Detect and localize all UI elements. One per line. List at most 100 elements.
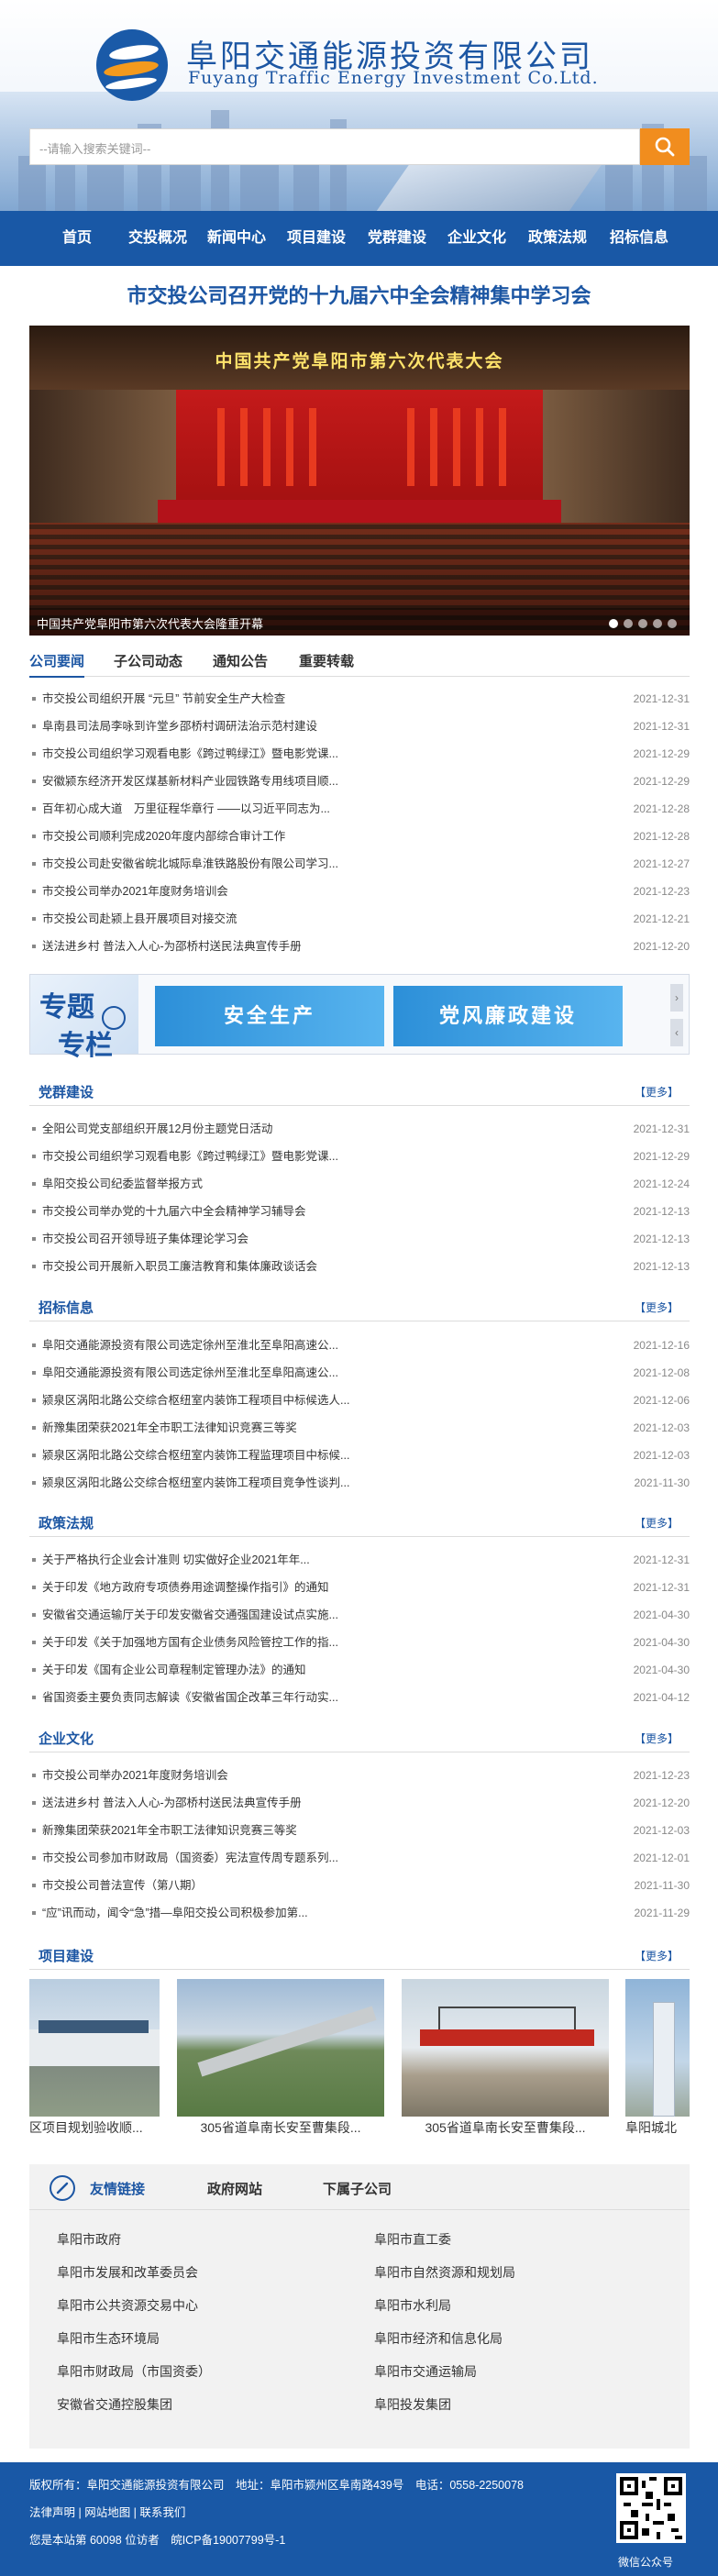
more-link[interactable]: 【更多】 (635, 1515, 679, 1531)
list-item[interactable]: 市交投公司普法宣传（第八期） 2021-11-30 (29, 1872, 690, 1899)
friend-link[interactable]: 阜阳市水利局 (374, 2296, 451, 2315)
nav-culture[interactable]: 企业文化 (438, 211, 515, 266)
list-item[interactable]: 市交投公司举办党的十九届六中全会精神学习辅导会 2021-12-13 (29, 1198, 690, 1225)
tab-notices[interactable]: 通知公告 (213, 651, 268, 670)
friend-link[interactable]: 阜阳市生态环境局 (57, 2329, 160, 2348)
carousel-dot[interactable] (668, 619, 677, 628)
item-title[interactable]: 市交投公司组织学习观看电影《跨过鸭绿江》暨电影党课... (42, 1143, 583, 1170)
list-item[interactable]: 百年初心成大道 万里征程华章行 ——以习近平同志为... 2021-12-28 (29, 795, 690, 823)
list-item[interactable]: 关于印发《国有企业公司章程制定管理办法》的通知 2021-04-30 (29, 1656, 690, 1684)
item-title[interactable]: 市交投公司开展新入职员工廉洁教育和集体廉政谈话会 (42, 1253, 583, 1280)
item-title[interactable]: 新豫集团荣获2021年全市职工法律知识竞赛三等奖 (42, 1414, 583, 1442)
item-title[interactable]: 阜南县司法局李咏到许堂乡邵桥村调研法治示范村建设 (42, 713, 583, 740)
more-link[interactable]: 【更多】 (635, 1730, 679, 1746)
item-title[interactable]: 市交投公司举办2021年度财务培训会 (42, 1762, 583, 1789)
list-item[interactable]: 全阳公司党支部组织开展12月份主题党日活动 2021-12-31 (29, 1115, 690, 1143)
item-title[interactable]: 市交投公司参加市财政局（国资委）宪法宣传周专题系列... (42, 1844, 583, 1872)
nav-policy[interactable]: 政策法规 (519, 211, 596, 266)
tab-friend-links[interactable]: 友情链接 (90, 2179, 145, 2198)
item-title[interactable]: 市交投公司赴颍上县开展项目对接交流 (42, 905, 583, 933)
friend-link[interactable]: 阜阳市直工委 (374, 2230, 451, 2249)
list-item[interactable]: 送法进乡村 普法入人心-为邵桥村送民法典宣传手册 2021-12-20 (29, 933, 690, 960)
tab-gov-sites[interactable]: 政府网站 (207, 2179, 262, 2198)
item-title[interactable]: 送法进乡村 普法入人心-为邵桥村送民法典宣传手册 (42, 933, 583, 960)
carousel-dot[interactable] (638, 619, 647, 628)
list-item[interactable]: 安徽省交通运输厅关于印发安徽省交通强国建设试点实施... 2021-04-30 (29, 1601, 690, 1629)
news-carousel[interactable]: 中国共产党阜阳市第六次代表大会 中国共产党阜阳市第六次代表大会隆重开幕 (29, 326, 690, 636)
item-title[interactable]: 市交投公司组织开展 “元旦” 节前安全生产大检查 (42, 685, 583, 713)
item-title[interactable]: 安徽省交通运输厅关于印发安徽省交通强国建设试点实施... (42, 1601, 583, 1629)
list-item[interactable]: 市交投公司参加市财政局（国资委）宪法宣传周专题系列... 2021-12-01 (29, 1844, 690, 1872)
list-item[interactable]: 颍泉区涡阳北路公交综合枢纽室内装饰工程监理项目中标候... 2021-12-03 (29, 1442, 690, 1469)
nav-news[interactable]: 新闻中心 (198, 211, 275, 266)
friend-link[interactable]: 阜阳市发展和改革委员会 (57, 2263, 198, 2282)
carousel-dot[interactable] (624, 619, 633, 628)
list-item[interactable]: 市交投公司举办2021年度财务培训会 2021-12-23 (29, 1762, 690, 1789)
item-title[interactable]: 市交投公司组织学习观看电影《跨过鸭绿江》暨电影党课... (42, 740, 583, 768)
nav-overview[interactable]: 交投概况 (119, 211, 196, 266)
list-item[interactable]: 市交投公司赴颍上县开展项目对接交流 2021-12-21 (29, 905, 690, 933)
topic-prev-arrow-icon[interactable]: ‹ (670, 1019, 683, 1046)
item-title[interactable]: 市交投公司举办2021年度财务培训会 (42, 878, 583, 905)
list-item[interactable]: 送法进乡村 普法入人心-为邵桥村送民法典宣传手册 2021-12-20 (29, 1789, 690, 1817)
list-item[interactable]: 市交投公司召开领导班子集体理论学习会 2021-12-13 (29, 1225, 690, 1253)
list-item[interactable]: 关于严格执行企业会计准则 切实做好企业2021年年... 2021-12-31 (29, 1546, 690, 1574)
project-card[interactable]: 305省道阜南长安至曹集段... (402, 1979, 609, 2135)
item-title[interactable]: 阜阳交通能源投资有限公司选定徐州至淮北至阜阳高速公... (42, 1359, 583, 1387)
project-card[interactable]: 阜阳城北 (625, 1979, 690, 2135)
friend-link[interactable]: 阜阳市财政局（市国资委） (57, 2362, 211, 2381)
item-title[interactable]: 颍泉区涡阳北路公交综合枢纽室内装饰工程监理项目中标候... (42, 1442, 583, 1469)
item-title[interactable]: 颍泉区涡阳北路公交综合枢纽室内装饰工程项目中标候选人... (42, 1387, 583, 1414)
item-title[interactable]: “应”讯而动，闻令“急”措—阜阳交投公司积极参加第... (42, 1899, 583, 1927)
friend-link[interactable]: 阜阳市政府 (57, 2230, 121, 2249)
item-title[interactable]: 安徽颍东经济开发区煤基新材料产业园铁路专用线项目顺... (42, 768, 583, 795)
search-button[interactable] (640, 128, 690, 165)
carousel-dot[interactable] (609, 619, 618, 628)
friend-link[interactable]: 阜阳市公共资源交易中心 (57, 2296, 198, 2315)
item-title[interactable]: 市交投公司顺利完成2020年度内部综合审计工作 (42, 823, 583, 850)
carousel-dot[interactable] (653, 619, 662, 628)
item-title[interactable]: 关于印发《地方政府专项债券用途调整操作指引》的通知 (42, 1574, 583, 1601)
list-item[interactable]: 市交投公司举办2021年度财务培训会 2021-12-23 (29, 878, 690, 905)
friend-link[interactable]: 阜阳市经济和信息化局 (374, 2329, 503, 2348)
list-item[interactable]: “应”讯而动，闻令“急”措—阜阳交投公司积极参加第... 2021-11-29 (29, 1899, 690, 1927)
list-item[interactable]: 省国资委主要负责同志解读《安徽省国企改革三年行动实... 2021-04-12 (29, 1684, 690, 1711)
project-card[interactable]: 305省道阜南长安至曹集段... (177, 1979, 384, 2135)
friend-link[interactable]: 安徽省交通控股集团 (57, 2395, 172, 2414)
item-title[interactable]: 市交投公司举办党的十九届六中全会精神学习辅导会 (42, 1198, 583, 1225)
list-item[interactable]: 阜阳交投公司纪委监督举报方式 2021-12-24 (29, 1170, 690, 1198)
tab-reprints[interactable]: 重要转载 (299, 651, 354, 670)
item-title[interactable]: 关于严格执行企业会计准则 切实做好企业2021年年... (42, 1546, 583, 1574)
list-item[interactable]: 新豫集团荣获2021年全市职工法律知识竞赛三等奖 2021-12-03 (29, 1817, 690, 1844)
project-card[interactable]: 区项目规划验收顺... (29, 1979, 160, 2135)
item-title[interactable]: 新豫集团荣获2021年全市职工法律知识竞赛三等奖 (42, 1817, 583, 1844)
topic-card-integrity[interactable]: 党风廉政建设 (393, 986, 623, 1046)
item-title[interactable]: 阜阳交投公司纪委监督举报方式 (42, 1170, 583, 1198)
item-title[interactable]: 百年初心成大道 万里征程华章行 ——以习近平同志为... (42, 795, 583, 823)
item-title[interactable]: 颍泉区涡阳北路公交综合枢纽室内装饰工程项目竞争性谈判... (42, 1469, 583, 1497)
tab-company-news[interactable]: 公司要闻 (29, 651, 85, 678)
search-input[interactable]: --请输入搜索关键词-- (29, 128, 640, 165)
item-title[interactable]: 关于印发《关于加强地方国有企业债务风险管控工作的指... (42, 1629, 583, 1656)
list-item[interactable]: 关于印发《地方政府专项债券用途调整操作指引》的通知 2021-12-31 (29, 1574, 690, 1601)
list-item[interactable]: 市交投公司开展新入职员工廉洁教育和集体廉政谈话会 2021-12-13 (29, 1253, 690, 1280)
list-item[interactable]: 市交投公司组织学习观看电影《跨过鸭绿江》暨电影党课... 2021-12-29 (29, 1143, 690, 1170)
nav-party[interactable]: 党群建设 (359, 211, 436, 266)
topic-card-safety[interactable]: 安全生产 (155, 986, 384, 1046)
list-item[interactable]: 关于印发《关于加强地方国有企业债务风险管控工作的指... 2021-04-30 (29, 1629, 690, 1656)
more-link[interactable]: 【更多】 (635, 1299, 679, 1315)
friend-link[interactable]: 阜阳市自然资源和规划局 (374, 2263, 515, 2282)
nav-bid[interactable]: 招标信息 (601, 211, 678, 266)
item-title[interactable]: 市交投公司普法宣传（第八期） (42, 1872, 583, 1899)
item-title[interactable]: 送法进乡村 普法入人心-为邵桥村送民法典宣传手册 (42, 1789, 583, 1817)
list-item[interactable]: 安徽颍东经济开发区煤基新材料产业园铁路专用线项目顺... 2021-12-29 (29, 768, 690, 795)
list-item[interactable]: 市交投公司组织学习观看电影《跨过鸭绿江》暨电影党课... 2021-12-29 (29, 740, 690, 768)
tab-subsidiaries[interactable]: 下属子公司 (323, 2179, 392, 2198)
footer-links[interactable]: 法律声明 | 网站地图 | 联系我们 (29, 2503, 185, 2520)
item-title[interactable]: 省国资委主要负责同志解读《安徽省国企改革三年行动实... (42, 1684, 583, 1711)
friend-link[interactable]: 阜阳投发集团 (374, 2395, 451, 2414)
list-item[interactable]: 市交投公司组织开展 “元旦” 节前安全生产大检查 2021-12-31 (29, 685, 690, 713)
topic-next-arrow-icon[interactable]: › (670, 984, 683, 1012)
item-title[interactable]: 阜阳交通能源投资有限公司选定徐州至淮北至阜阳高速公... (42, 1332, 583, 1359)
tab-subsidiary-news[interactable]: 子公司动态 (114, 651, 182, 670)
